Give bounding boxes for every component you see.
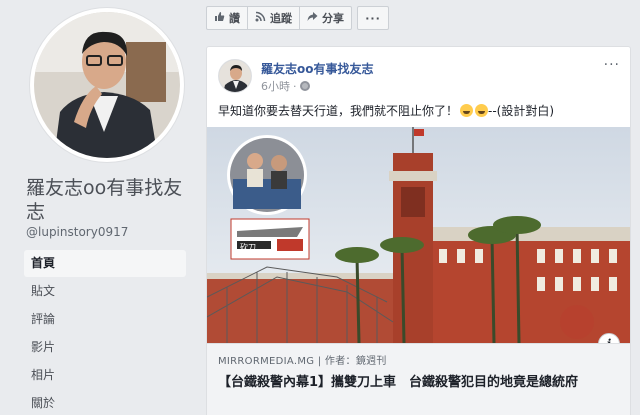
nav-item-posts[interactable]: 貼文 [24,278,186,305]
nav-item-photos[interactable]: 相片 [24,362,186,389]
link-preview-image[interactable]: 砍刀 [207,127,630,343]
link-headline[interactable]: 【台鐵殺警內幕1】攜雙刀上車 台鐵殺警犯目的地竟是總統府 [218,373,619,392]
left-column: 羅友志oo有事找友志 @lupinstory0917 首頁 貼文 評論 影片 相… [0,0,196,415]
meta-separator: · [293,79,297,93]
thumbs-up-icon [214,11,225,25]
laughing-emoji-icon [475,104,489,117]
post-options-button[interactable]: ··· [604,57,620,73]
share-label: 分享 [322,12,344,25]
nav-item-home[interactable]: 首頁 [24,250,186,277]
rss-icon [255,11,266,25]
page-title: 羅友志oo有事找友志 [26,177,183,223]
profile-picture[interactable] [30,8,184,162]
link-preview-info[interactable]: MIRRORMEDIA.MG | 作者：鏡週刊 【台鐵殺警內幕1】攜雙刀上車 台… [207,343,630,415]
post-author-link[interactable]: 羅友志oo有事找友志 [261,60,374,77]
post-meta: 6小時 · [261,78,310,94]
post-message-text: 早知道你要去替天行道，我們就不阻止你了！ [218,104,459,118]
nav-item-videos[interactable]: 影片 [24,334,186,361]
like-label: 讚 [229,12,240,25]
globe-icon[interactable] [299,81,310,91]
more-button[interactable]: ··· [357,6,389,30]
post-card: 羅友志oo有事找友志 6小時 · ··· 早知道你要去替天行道，我們就不阻止你了… [206,46,631,415]
page-nav: 首頁 貼文 評論 影片 相片 關於 [24,250,186,415]
laughing-emoji-icon [460,104,474,117]
nav-item-reviews[interactable]: 評論 [24,306,186,333]
nav-item-about[interactable]: 關於 [24,390,186,415]
post-timestamp[interactable]: 6小時 [261,78,290,94]
follow-button[interactable]: 追蹤 [247,6,300,30]
inset-image-label: 砍刀 [240,243,256,252]
post-author-avatar[interactable] [218,59,252,93]
follow-label: 追蹤 [270,12,292,25]
link-domain: MIRRORMEDIA.MG | 作者：鏡週刊 [218,356,387,367]
post-message-suffix: --(設計對白) [488,104,555,118]
profile-photo [34,12,180,158]
page-username: @lupinstory0917 [26,225,129,239]
share-arrow-icon [307,11,318,25]
page-action-bar: 讚 追蹤 分享 ··· [206,6,389,30]
post-message: 早知道你要去替天行道，我們就不阻止你了！ --(設計對白) [218,103,620,119]
share-button[interactable]: 分享 [299,6,352,30]
like-button[interactable]: 讚 [206,6,248,30]
